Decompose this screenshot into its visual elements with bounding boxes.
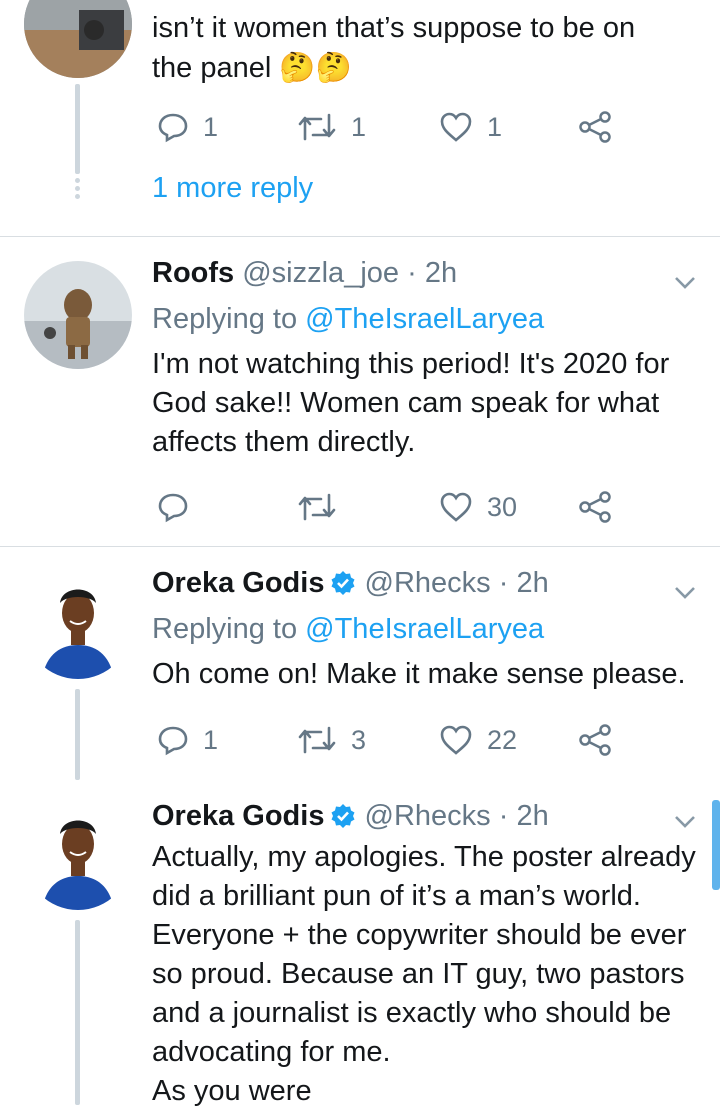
scrollbar[interactable] (712, 800, 720, 890)
tweet-actions: 1 3 22 (152, 720, 720, 760)
retweet-count: 3 (351, 724, 367, 755)
share-icon (579, 724, 611, 756)
avatar[interactable] (24, 571, 132, 679)
timestamp[interactable]: 2h (516, 567, 548, 599)
like-count: 1 (487, 111, 503, 142)
tweet-text-line2: the panel (152, 52, 272, 84)
tweet-top[interactable]: isn’t it women that’s suppose to be on t… (0, 0, 720, 236)
tweet-text: I'm not watching this period! It's 2020 … (152, 348, 670, 458)
retweet-button[interactable] (297, 487, 351, 527)
heart-icon (440, 112, 472, 142)
tweet-oreka-2[interactable]: Oreka Godis @Rhecks · 2h Actually, my ap… (0, 780, 720, 1107)
reply-count: 1 (203, 724, 219, 755)
share-button[interactable] (578, 720, 612, 760)
share-icon (579, 111, 611, 143)
avatar[interactable] (24, 261, 132, 369)
reply-button[interactable]: 1 (157, 107, 218, 147)
reply-icon (158, 726, 188, 756)
thread-line (75, 920, 80, 1105)
reply-icon (158, 113, 188, 143)
more-replies-link[interactable]: 1 more reply (152, 172, 313, 205)
verified-badge-icon (331, 571, 355, 595)
thread-line (75, 84, 80, 174)
mention-link[interactable]: @TheIsraelLaryea (305, 303, 544, 335)
replying-to: Replying to @TheIsraelLaryea (152, 301, 700, 337)
reply-button[interactable] (157, 487, 203, 527)
display-name[interactable]: Oreka Godis (152, 800, 324, 832)
thread-dots (75, 178, 80, 202)
tweet-oreka-1[interactable]: Oreka Godis @Rhecks · 2h Replying to @Th… (0, 547, 720, 780)
user-handle[interactable]: @sizzla_joe (242, 257, 399, 289)
thinking-emoji: 🤔🤔 (279, 52, 352, 84)
timestamp[interactable]: 2h (516, 800, 548, 832)
like-button[interactable]: 1 (439, 107, 502, 147)
replying-label: Replying to (152, 613, 298, 645)
reply-count: 1 (203, 111, 219, 142)
mention-link[interactable]: @TheIsraelLaryea (305, 613, 544, 645)
like-button[interactable]: 30 (439, 487, 517, 527)
tweet-text: Oh come on! Make it make sense please. (152, 658, 686, 690)
tweet-actions: 30 (152, 487, 720, 527)
tweet-actions: 1 1 1 (152, 107, 720, 147)
retweet-icon (298, 726, 336, 754)
avatar[interactable] (24, 802, 132, 910)
like-count: 22 (487, 724, 518, 755)
replying-label: Replying to (152, 303, 298, 335)
reply-button[interactable]: 1 (157, 720, 218, 760)
verified-badge-icon (331, 804, 355, 828)
thread-line (75, 689, 80, 780)
heart-icon (440, 725, 472, 755)
retweet-button[interactable]: 1 (297, 107, 366, 147)
avatar[interactable] (24, 0, 132, 78)
display-name[interactable]: Roofs (152, 257, 234, 289)
share-icon (579, 491, 611, 523)
like-button[interactable]: 22 (439, 720, 517, 760)
display-name[interactable]: Oreka Godis (152, 567, 324, 599)
share-button[interactable] (578, 487, 612, 527)
replying-to: Replying to @TheIsraelLaryea (152, 611, 700, 647)
tweet-text-cut: As you were (152, 1075, 312, 1107)
retweet-icon (298, 493, 336, 521)
tweet-roofs[interactable]: Roofs @sizzla_joe · 2h Replying to @TheI… (0, 237, 720, 546)
like-count: 30 (487, 491, 518, 522)
tweet-text: Actually, my apologies. The poster alrea… (152, 841, 696, 1068)
retweet-button[interactable]: 3 (297, 720, 366, 760)
user-handle[interactable]: @Rhecks (365, 800, 491, 832)
share-button[interactable] (578, 107, 612, 147)
heart-icon (440, 492, 472, 522)
timestamp[interactable]: 2h (425, 257, 457, 289)
retweet-count: 1 (351, 111, 367, 142)
tweet-text-line1: isn’t it women that’s suppose to be on (152, 12, 636, 44)
user-handle[interactable]: @Rhecks (365, 567, 491, 599)
retweet-icon (298, 113, 336, 141)
reply-icon (158, 493, 188, 523)
